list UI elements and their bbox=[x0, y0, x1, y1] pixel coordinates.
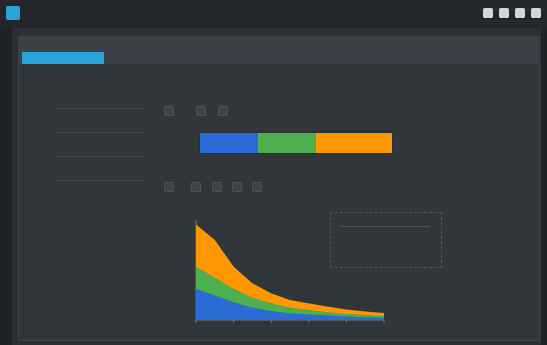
legend-pill-3[interactable] bbox=[212, 182, 222, 192]
panel-header bbox=[18, 36, 538, 52]
app-icon bbox=[6, 6, 20, 20]
color-bar-orange bbox=[316, 133, 392, 153]
menu-icon[interactable] bbox=[531, 8, 541, 18]
right-rail bbox=[541, 28, 547, 345]
tab-2[interactable] bbox=[96, 52, 168, 64]
tab-1[interactable] bbox=[22, 52, 104, 64]
stacked-area-chart bbox=[180, 214, 390, 334]
close-icon[interactable] bbox=[515, 8, 525, 18]
minimize-icon[interactable] bbox=[483, 8, 493, 18]
legend-pill-5[interactable] bbox=[252, 182, 262, 192]
option-pill-3[interactable] bbox=[218, 106, 228, 116]
chart-svg bbox=[195, 220, 385, 323]
color-bar-green bbox=[258, 133, 316, 153]
option-pill-2[interactable] bbox=[196, 106, 206, 116]
title-bar bbox=[0, 0, 547, 28]
divider-3 bbox=[56, 156, 146, 157]
color-bar bbox=[199, 132, 393, 154]
tab-3[interactable] bbox=[168, 52, 270, 64]
legend-pill-4[interactable] bbox=[232, 182, 242, 192]
legend-pill-1[interactable] bbox=[164, 182, 174, 192]
divider-2 bbox=[56, 132, 146, 133]
option-pill-1[interactable] bbox=[164, 106, 174, 116]
legend-pill-2[interactable] bbox=[191, 182, 201, 192]
maximize-icon[interactable] bbox=[499, 8, 509, 18]
divider-1 bbox=[56, 108, 146, 109]
color-bar-blue bbox=[200, 133, 258, 153]
window-controls bbox=[483, 8, 541, 18]
divider-4 bbox=[56, 180, 146, 181]
left-rail bbox=[0, 28, 12, 345]
